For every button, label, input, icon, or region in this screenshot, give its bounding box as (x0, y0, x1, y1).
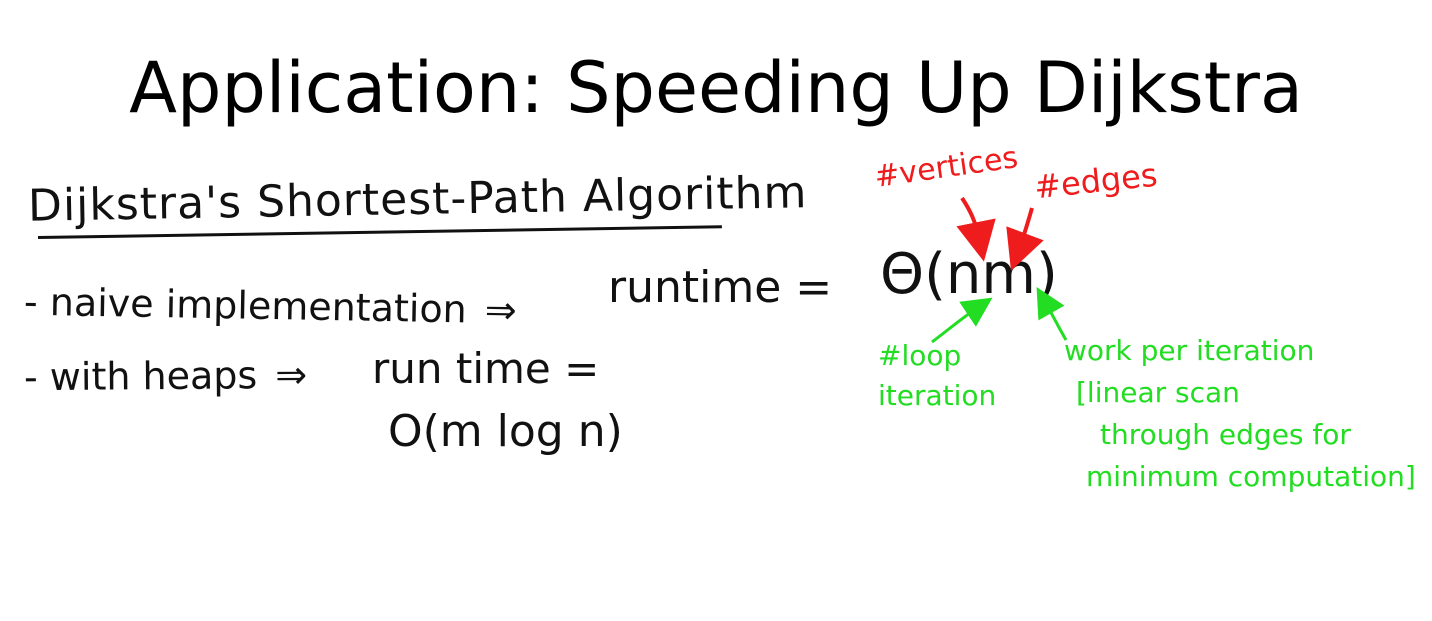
red-arrow-edges (1006, 207, 1044, 271)
slide: Application: Speeding Up Dijkstra Dijkst… (0, 0, 1432, 621)
green-arrow-loop (931, 297, 993, 344)
red-arrow-vertices (956, 196, 996, 262)
green-arrow-work (1036, 286, 1068, 341)
annotation-arrows (931, 196, 1068, 344)
